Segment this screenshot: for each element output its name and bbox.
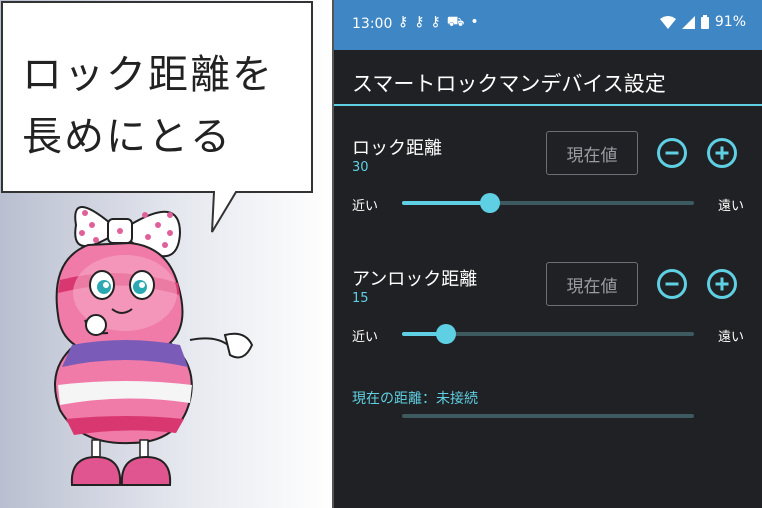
unlock-far-label: 遠い bbox=[718, 330, 745, 345]
unlock-distance-title: アンロック距離 bbox=[352, 269, 478, 290]
minus-icon bbox=[665, 151, 679, 155]
car-icon: ⛟ bbox=[446, 14, 471, 30]
unlock-decrease-button[interactable] bbox=[657, 269, 687, 299]
wifi-icon bbox=[659, 15, 676, 29]
signal-icon bbox=[681, 15, 695, 29]
current-distance-label: 現在の距離：未接続 bbox=[352, 391, 478, 407]
status-time: 13:00 bbox=[352, 16, 393, 32]
bubble-line-2: 長めにとる bbox=[22, 114, 232, 160]
unlock-current-value-button[interactable]: 現在値 bbox=[546, 262, 638, 306]
mascot-character bbox=[54, 206, 254, 486]
lock-decrease-button[interactable] bbox=[657, 138, 687, 168]
current-distance-bar bbox=[402, 414, 694, 418]
unlock-increase-button[interactable] bbox=[707, 269, 737, 299]
lock-far-label: 遠い bbox=[718, 199, 745, 214]
status-right: 91% bbox=[659, 14, 746, 30]
notification-icons: ⚷⚷⚷⛟• bbox=[398, 14, 485, 32]
unlock-slider-thumb[interactable] bbox=[435, 324, 456, 344]
key-icon: ⚷ bbox=[430, 14, 447, 30]
lock-increase-button[interactable] bbox=[707, 138, 737, 168]
lock-near-label: 近い bbox=[352, 199, 379, 214]
lock-slider-thumb[interactable] bbox=[479, 193, 500, 213]
battery-icon bbox=[700, 15, 709, 29]
unlock-near-label: 近い bbox=[352, 330, 379, 345]
dot-icon: • bbox=[470, 14, 485, 30]
bubble-line-1: ロック距離を bbox=[22, 52, 274, 98]
illustration-panel: ロック距離を 長めにとる bbox=[0, 0, 332, 508]
status-bar: 13:00 ⚷⚷⚷⛟• 91% bbox=[334, 0, 762, 50]
page-title: スマートロックマンデバイス設定 bbox=[352, 72, 666, 96]
lock-distance-slider[interactable] bbox=[402, 193, 694, 213]
lock-distance-value: 30 bbox=[352, 160, 369, 175]
unlock-distance-value: 15 bbox=[352, 291, 369, 306]
phone-screen: 13:00 ⚷⚷⚷⛟• 91% スマートロックマンデバイス設定 ロック距離 30… bbox=[332, 0, 762, 508]
title-divider bbox=[334, 104, 762, 106]
minus-icon bbox=[665, 282, 679, 286]
key-icon: ⚷ bbox=[398, 14, 415, 30]
unlock-distance-slider[interactable] bbox=[402, 324, 694, 344]
battery-percent: 91% bbox=[714, 14, 746, 30]
lock-distance-title: ロック距離 bbox=[352, 138, 442, 159]
lock-current-value-button[interactable]: 現在値 bbox=[546, 131, 638, 175]
key-icon: ⚷ bbox=[414, 14, 431, 30]
lock-slider-fill bbox=[402, 201, 490, 205]
